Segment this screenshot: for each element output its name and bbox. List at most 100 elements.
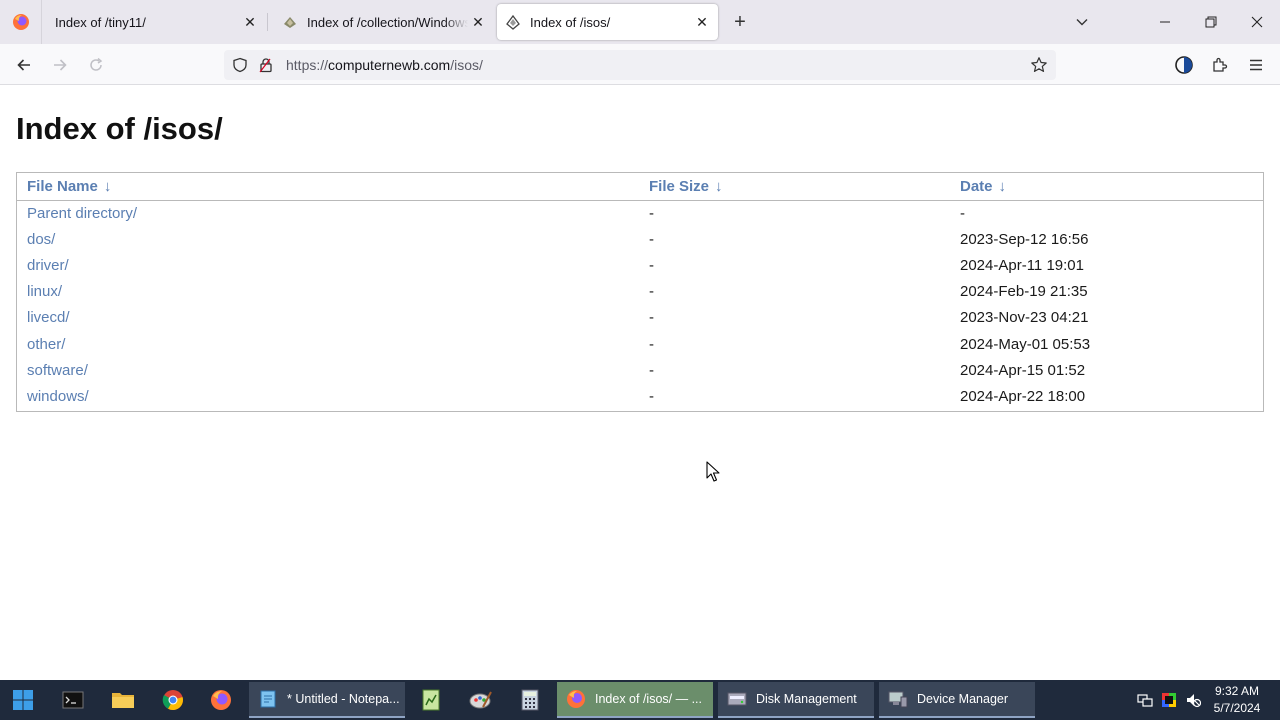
firefox-icon xyxy=(12,14,29,30)
site-favicon-icon xyxy=(506,14,520,30)
table-header-row: File Name ↓ File Size ↓ Date ↓ xyxy=(17,173,1263,201)
file-date: 2024-Apr-11 19:01 xyxy=(960,256,1084,274)
spreadsheet-taskbar-icon[interactable] xyxy=(409,680,453,720)
back-arrow-icon[interactable] xyxy=(11,52,37,78)
close-tab-icon[interactable]: ✕ xyxy=(240,12,260,32)
directory-link[interactable]: other/ xyxy=(27,336,65,353)
hamburger-menu-icon[interactable] xyxy=(1243,52,1269,78)
file-date: 2024-Apr-22 18:00 xyxy=(960,387,1086,405)
tab-isos-active[interactable]: Index of /isos/ ✕ xyxy=(497,4,718,40)
device-manager-icon xyxy=(887,688,909,710)
reload-icon[interactable] xyxy=(83,52,109,78)
tracking-protection-shield-icon[interactable] xyxy=(232,57,248,73)
clock-time: 9:32 AM xyxy=(1214,684,1260,698)
minimize-window-icon[interactable] xyxy=(1142,0,1188,44)
url-scheme: https:// xyxy=(286,57,329,73)
file-size: - xyxy=(649,309,654,327)
column-label: File Size xyxy=(649,177,710,195)
sort-arrow-icon: ↓ xyxy=(103,177,112,195)
file-size: - xyxy=(649,361,654,379)
column-header-file-name[interactable]: File Name ↓ xyxy=(17,173,639,201)
file-date: - xyxy=(960,204,965,222)
close-tab-icon[interactable]: ✕ xyxy=(468,12,488,32)
tab-strip: Index of /tiny11/ ✕ Index of /collection… xyxy=(0,0,1280,44)
directory-link[interactable]: windows/ xyxy=(27,388,89,405)
column-label: Date xyxy=(960,177,993,195)
account-sync-icon[interactable] xyxy=(1171,52,1197,78)
taskbar-app-device-manager[interactable]: Device Manager xyxy=(879,682,1035,718)
volume-muted-tray-icon[interactable] xyxy=(1183,690,1203,710)
directory-link[interactable]: dos/ xyxy=(27,231,55,248)
tab-title: Index of /tiny11/ xyxy=(55,14,146,30)
start-button[interactable] xyxy=(1,680,45,720)
table-row: other/ - 2024-May-01 05:53 xyxy=(17,331,1263,357)
firefox-view-button[interactable] xyxy=(0,0,42,44)
windows-logo-icon xyxy=(13,690,33,710)
close-tab-icon[interactable]: ✕ xyxy=(692,12,712,32)
taskbar-app-disk-management[interactable]: Disk Management xyxy=(718,682,874,718)
url-host: computernewb.com xyxy=(328,57,451,73)
list-all-tabs-chevron-icon[interactable] xyxy=(1072,12,1092,32)
sort-arrow-icon: ↓ xyxy=(998,177,1007,195)
taskbar-app-label: Device Manager xyxy=(917,692,1009,706)
column-header-date[interactable]: Date ↓ xyxy=(950,173,1263,201)
new-tab-plus-icon[interactable]: + xyxy=(729,11,751,33)
chrome-taskbar-icon[interactable] xyxy=(151,680,195,720)
column-header-file-size[interactable]: File Size ↓ xyxy=(639,173,950,201)
directory-link[interactable]: linux/ xyxy=(27,283,62,300)
file-date: 2024-Feb-19 21:35 xyxy=(960,283,1088,301)
taskbar-app-label: Index of /isos/ — ... xyxy=(595,692,702,706)
clock-date: 5/7/2024 xyxy=(1213,701,1261,715)
table-row: software/ - 2024-Apr-15 01:52 xyxy=(17,357,1263,383)
taskbar-app-notepad[interactable]: * Untitled - Notepa... xyxy=(249,682,405,718)
color-display-tray-icon[interactable] xyxy=(1159,690,1179,710)
directory-link[interactable]: driver/ xyxy=(27,257,69,274)
taskbar-clock[interactable]: 9:32 AM 5/7/2024 xyxy=(1206,683,1268,717)
sort-arrow-icon: ↓ xyxy=(715,177,723,195)
bookmark-star-icon[interactable] xyxy=(1030,56,1048,74)
table-row: windows/ - 2024-Apr-22 18:00 xyxy=(17,383,1263,409)
firefox-taskbar-icon[interactable] xyxy=(199,680,243,720)
firefox-icon xyxy=(565,688,587,710)
table-row: Parent directory/ - - xyxy=(17,200,1263,226)
navigation-toolbar: https://computernewb.com/isos/ xyxy=(0,44,1280,85)
file-date: 2024-Apr-15 01:52 xyxy=(960,361,1086,379)
column-label: File Name xyxy=(27,177,98,195)
close-window-icon[interactable] xyxy=(1234,0,1280,44)
file-size: - xyxy=(649,204,654,222)
file-explorer-taskbar-icon[interactable] xyxy=(101,680,145,720)
file-size: - xyxy=(649,335,654,353)
windows-taskbar: * Untitled - Notepa... Index of /isos/ —… xyxy=(0,680,1280,720)
extensions-puzzle-icon[interactable] xyxy=(1207,52,1233,78)
file-date: 2024-May-01 05:53 xyxy=(960,335,1091,353)
directory-link[interactable]: Parent directory/ xyxy=(27,205,137,222)
lock-icon[interactable] xyxy=(258,57,274,73)
restore-window-icon[interactable] xyxy=(1188,0,1234,44)
taskbar-app-label: Disk Management xyxy=(756,692,857,706)
tab-separator xyxy=(267,13,268,31)
paint-taskbar-icon[interactable] xyxy=(459,680,503,720)
file-size: - xyxy=(649,256,654,274)
network-tray-icon[interactable] xyxy=(1135,690,1155,710)
table-row: livecd/ - 2023-Nov-23 04:21 xyxy=(17,305,1263,331)
terminal-taskbar-icon[interactable] xyxy=(51,680,95,720)
tab-collection-windows[interactable]: Index of /collection/Windows XP ✕ xyxy=(270,0,494,44)
tab-title: Index of /collection/Windows XP xyxy=(307,14,468,30)
directory-link[interactable]: software/ xyxy=(27,362,88,379)
file-date: 2023-Nov-23 04:21 xyxy=(960,309,1089,327)
taskbar-app-firefox[interactable]: Index of /isos/ — ... xyxy=(557,682,713,718)
page-title: Index of /isos/ xyxy=(16,111,223,146)
file-size: - xyxy=(649,230,654,248)
tab-tiny11[interactable]: Index of /tiny11/ ✕ xyxy=(42,0,266,44)
file-size: - xyxy=(649,283,654,301)
directory-link[interactable]: livecd/ xyxy=(27,309,70,326)
disk-management-icon xyxy=(726,688,748,710)
address-bar[interactable]: https://computernewb.com/isos/ xyxy=(224,50,1056,80)
url-path: /isos/ xyxy=(450,57,483,73)
tab-title: Index of /isos/ xyxy=(530,14,611,30)
forward-arrow-icon[interactable] xyxy=(47,52,73,78)
taskbar-app-label: * Untitled - Notepa... xyxy=(287,692,400,706)
file-date: 2023-Sep-12 16:56 xyxy=(960,230,1089,248)
calculator-taskbar-icon[interactable] xyxy=(508,680,552,720)
url-text[interactable]: https://computernewb.com/isos/ xyxy=(286,57,483,73)
